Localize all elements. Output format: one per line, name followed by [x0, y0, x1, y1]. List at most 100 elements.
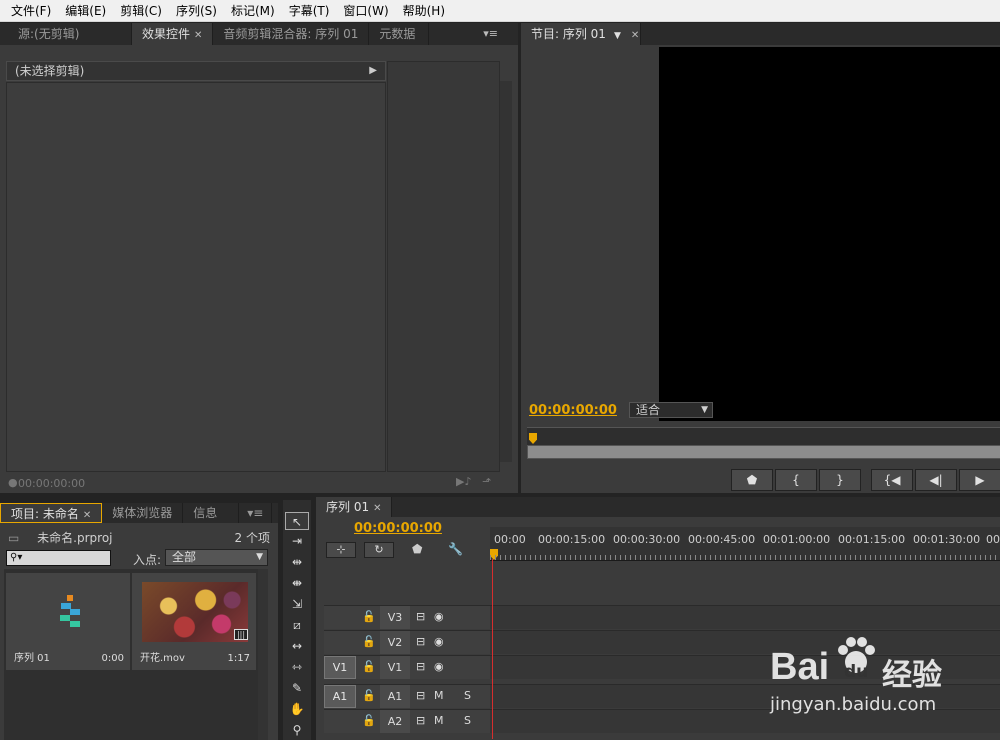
menu-title[interactable]: 字幕(T)	[282, 0, 337, 22]
lock-icon[interactable]: 🔓	[362, 714, 376, 727]
lock-icon[interactable]: 🔓	[362, 635, 376, 648]
tab-effect-controls[interactable]: 效果控件 ✕	[132, 23, 214, 45]
source-patch[interactable]: V1	[324, 656, 356, 679]
sync-lock-icon[interactable]: ⊟	[416, 610, 425, 623]
ripple-edit-tool-icon[interactable]: ⇹	[285, 553, 309, 571]
zoom-scrollbar[interactable]	[527, 445, 1000, 459]
rolling-edit-tool-icon[interactable]: ⇼	[285, 574, 309, 592]
rate-stretch-tool-icon[interactable]: ⇲	[285, 595, 309, 613]
sync-lock-icon[interactable]: ⊟	[416, 660, 425, 673]
audio-icon[interactable]: ▶♪	[456, 475, 471, 488]
menu-file[interactable]: 文件(F)	[4, 0, 58, 22]
eye-icon[interactable]: ◉	[434, 610, 444, 623]
export-icon[interactable]: ⬏	[482, 475, 491, 488]
tab-audio-clip-mixer[interactable]: 音频剪辑混合器: 序列 01	[213, 23, 370, 45]
lock-icon[interactable]: 🔓	[362, 689, 376, 702]
menu-sequence[interactable]: 序列(S)	[169, 0, 224, 22]
program-tab-bar: 节目: 序列 01 ▼ ✕	[521, 23, 1000, 45]
tab-sequence[interactable]: 序列 01 ✕	[316, 497, 393, 517]
eye-icon[interactable]: ◉	[434, 660, 444, 673]
close-icon[interactable]: ✕	[631, 30, 639, 41]
panel-menu-icon[interactable]: ▾≡	[483, 23, 498, 45]
source-patch[interactable]: A1	[324, 685, 356, 708]
tab-media-browser[interactable]: 媒体浏览器	[102, 503, 184, 523]
close-icon[interactable]: ✕	[373, 503, 381, 514]
tab-metadata[interactable]: 元数据	[369, 23, 430, 45]
track-content[interactable]	[490, 606, 1000, 629]
expand-arrow-icon[interactable]: ▶	[369, 62, 377, 80]
zoom-tool-icon[interactable]: ⚲	[285, 721, 309, 739]
no-clip-header: (未选择剪辑) ▶	[6, 61, 386, 81]
project-item-clip[interactable]: ||| 开花.mov 1:17	[132, 573, 256, 670]
source-patch[interactable]	[324, 631, 356, 654]
linked-selection-button[interactable]: ↻	[364, 542, 394, 558]
mark-in-button[interactable]: {	[775, 469, 817, 491]
tab-info[interactable]: 信息	[183, 503, 240, 523]
chevron-down-icon: ▼	[256, 552, 263, 562]
track-name[interactable]: V2	[380, 631, 410, 654]
mute-button[interactable]: M	[434, 689, 444, 702]
play-button[interactable]: ▶	[959, 469, 1000, 491]
ruler-tick: 00:00:45:00	[688, 533, 756, 546]
watermark-cn: 经验	[882, 658, 942, 693]
zoom-fit-select[interactable]: 适合 ▼	[629, 402, 713, 418]
solo-button[interactable]: S	[464, 689, 471, 702]
menu-clip[interactable]: 剪辑(C)	[113, 0, 169, 22]
wrench-icon[interactable]: 🔧	[448, 542, 463, 556]
step-back-button[interactable]: ◀|	[915, 469, 957, 491]
search-input[interactable]: ⚲▾	[6, 550, 111, 566]
tab-program[interactable]: 节目: 序列 01 ▼ ✕	[521, 23, 641, 45]
mute-button[interactable]: M	[434, 714, 444, 727]
track-name[interactable]: A1	[380, 685, 410, 708]
go-to-in-button[interactable]: {◀	[871, 469, 913, 491]
vertical-scrollbar[interactable]	[500, 81, 512, 462]
dropdown-icon[interactable]: ▼	[614, 31, 621, 41]
vertical-scrollbar[interactable]	[258, 569, 268, 740]
snap-button[interactable]: ⊹	[326, 542, 356, 558]
add-marker-button[interactable]: ⬟	[731, 469, 773, 491]
time-ruler[interactable]: 00:00 00:00:15:00 00:00:30:00 00:00:45:0…	[490, 527, 1000, 561]
timeline-timecode[interactable]: 00:00:00:00	[354, 521, 442, 536]
menu-window[interactable]: 窗口(W)	[336, 0, 395, 22]
sync-lock-icon[interactable]: ⊟	[416, 689, 425, 702]
track-name[interactable]: V1	[380, 656, 410, 679]
sync-lock-icon[interactable]: ⊟	[416, 635, 425, 648]
menu-help[interactable]: 帮助(H)	[396, 0, 452, 22]
program-timecode[interactable]: 00:00:00:00	[529, 403, 617, 418]
lock-icon[interactable]: 🔓	[362, 660, 376, 673]
selection-tool-icon[interactable]: ↖	[285, 512, 309, 530]
close-icon[interactable]: ✕	[194, 30, 202, 41]
tab-source[interactable]: 源:(无剪辑)	[0, 23, 132, 45]
hand-tool-icon[interactable]: ✋	[285, 700, 309, 718]
razor-tool-icon[interactable]: ⧄	[285, 616, 309, 634]
source-patch[interactable]	[324, 606, 356, 629]
add-marker-icon[interactable]: ⬟	[412, 542, 422, 556]
program-time-ruler[interactable]	[527, 427, 1000, 445]
solo-button[interactable]: S	[464, 714, 471, 727]
menu-edit[interactable]: 编辑(E)	[58, 0, 113, 22]
slip-tool-icon[interactable]: ↔	[285, 637, 309, 655]
panel-menu-icon[interactable]: ▾≡	[239, 503, 273, 523]
mark-out-button[interactable]: }	[819, 469, 861, 491]
close-icon[interactable]: ✕	[83, 510, 91, 521]
track-name[interactable]: A2	[380, 710, 410, 733]
lock-icon[interactable]: 🔓	[362, 610, 376, 623]
menu-marker[interactable]: 标记(M)	[224, 0, 282, 22]
sync-lock-icon[interactable]: ⊟	[416, 714, 425, 727]
project-tab-bar: 项目: 未命名 ✕ 媒体浏览器 信息 ▾≡	[0, 503, 278, 523]
track-name[interactable]: V3	[380, 606, 410, 629]
eye-icon[interactable]: ◉	[434, 635, 444, 648]
slide-tool-icon[interactable]: ⇿	[285, 658, 309, 676]
inpoint-select[interactable]: 全部 ▼	[165, 549, 268, 566]
video-preview[interactable]	[659, 47, 1000, 421]
pen-tool-icon[interactable]: ✎	[285, 679, 309, 697]
playhead-icon[interactable]	[529, 433, 537, 444]
tab-sequence-label: 序列 01	[326, 500, 370, 514]
ruler-tick: 00:00:15:00	[538, 533, 606, 546]
tab-project[interactable]: 项目: 未命名 ✕	[0, 503, 103, 523]
effect-controls-panel: 源:(无剪辑) 效果控件 ✕ 音频剪辑混合器: 序列 01 元数据 ▾≡ (未选择…	[0, 23, 518, 493]
project-item-sequence[interactable]: 序列 01 0:00	[6, 573, 130, 670]
source-patch[interactable]	[324, 710, 356, 733]
tab-program-label: 节目: 序列 01	[531, 27, 606, 41]
track-select-tool-icon[interactable]: ⇥	[285, 532, 309, 550]
